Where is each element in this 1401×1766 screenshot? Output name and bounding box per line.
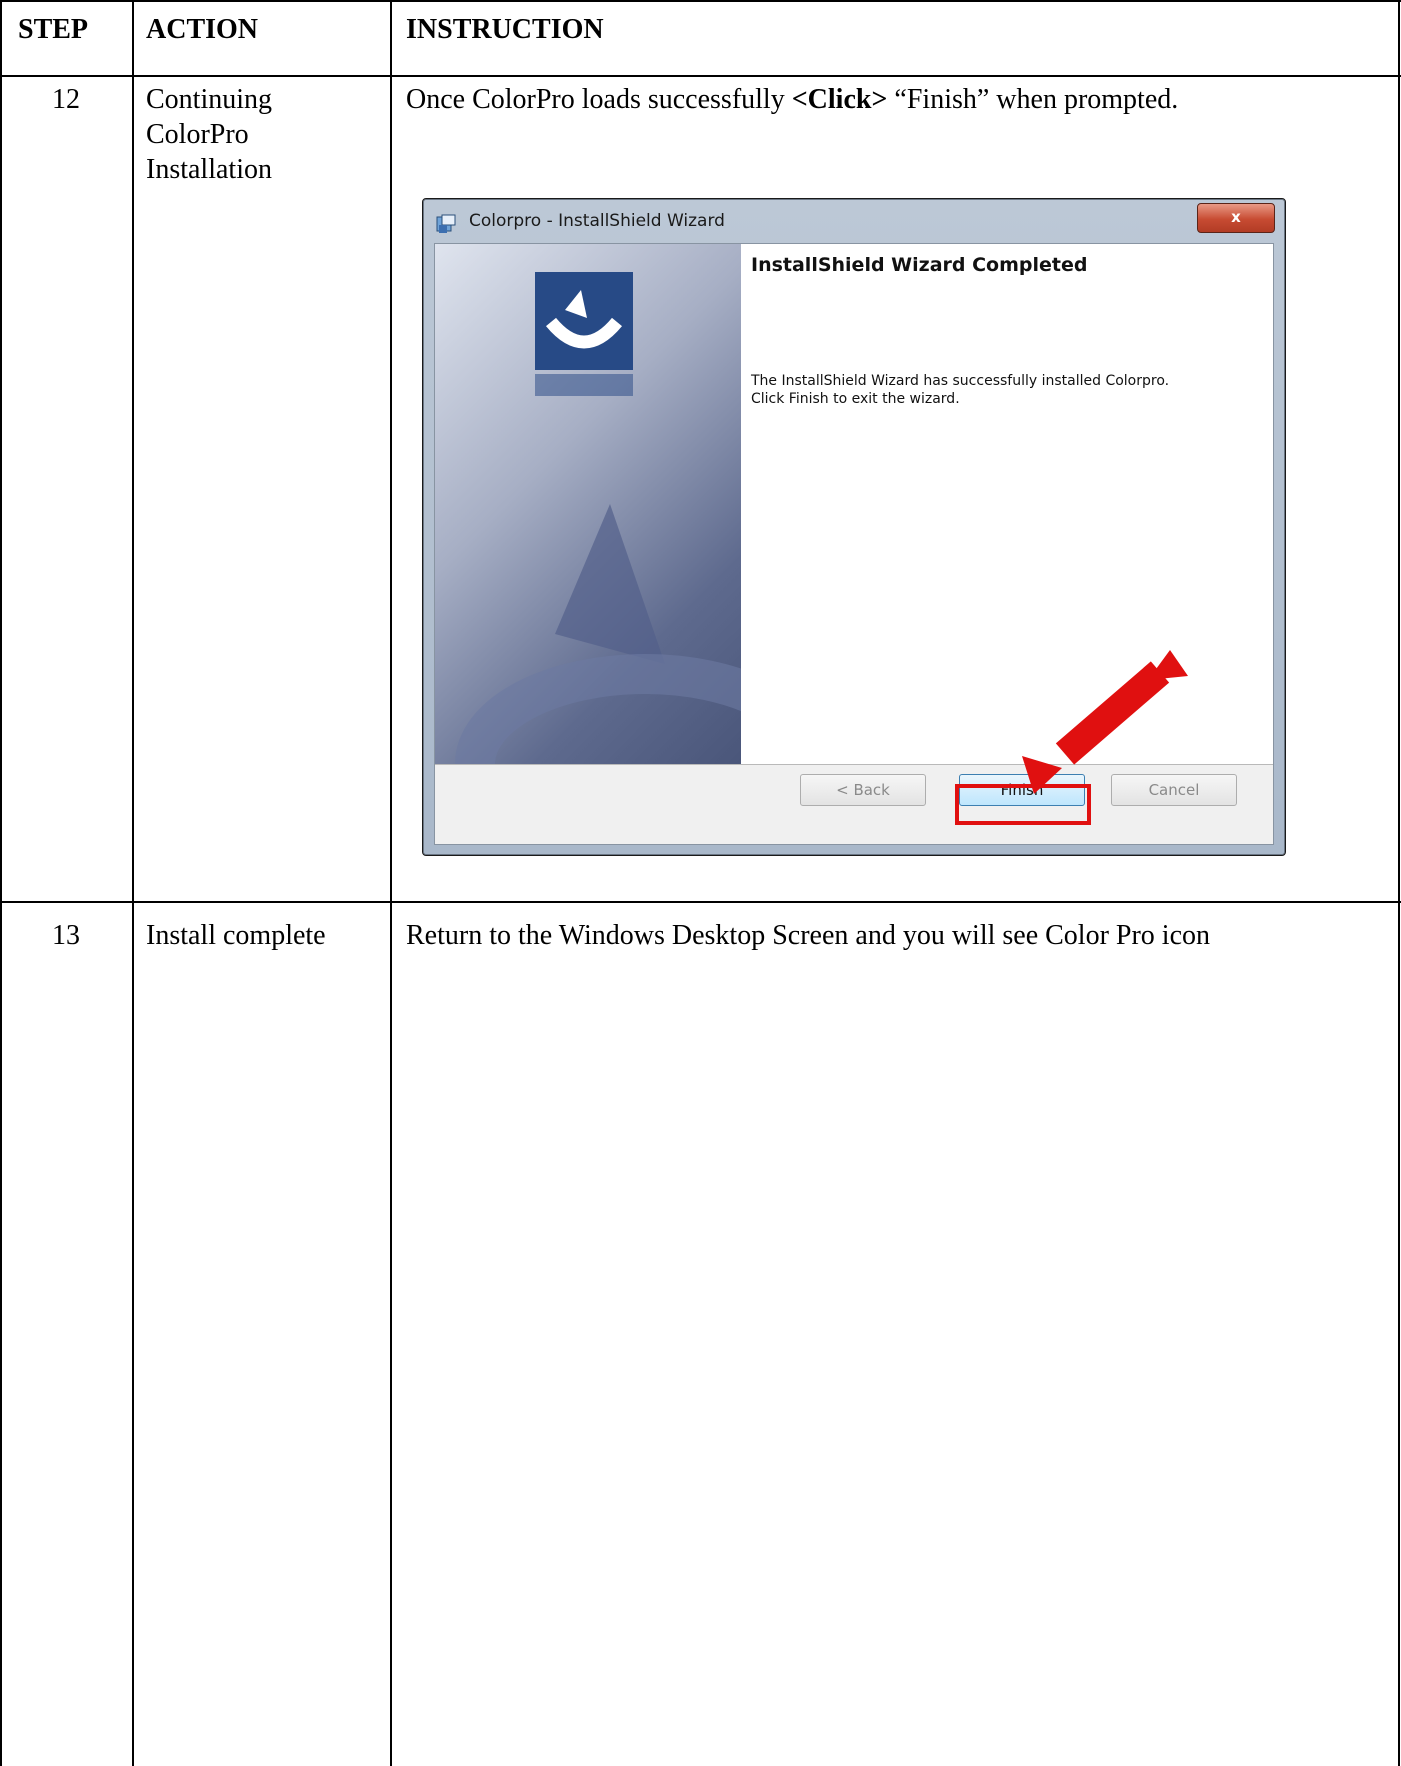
row-step-number: 13 xyxy=(52,920,80,951)
row-action: Install complete xyxy=(146,920,326,951)
row-instruction: Return to the Windows Desktop Screen and… xyxy=(406,920,1211,951)
red-arrow-icon xyxy=(1022,650,1188,794)
